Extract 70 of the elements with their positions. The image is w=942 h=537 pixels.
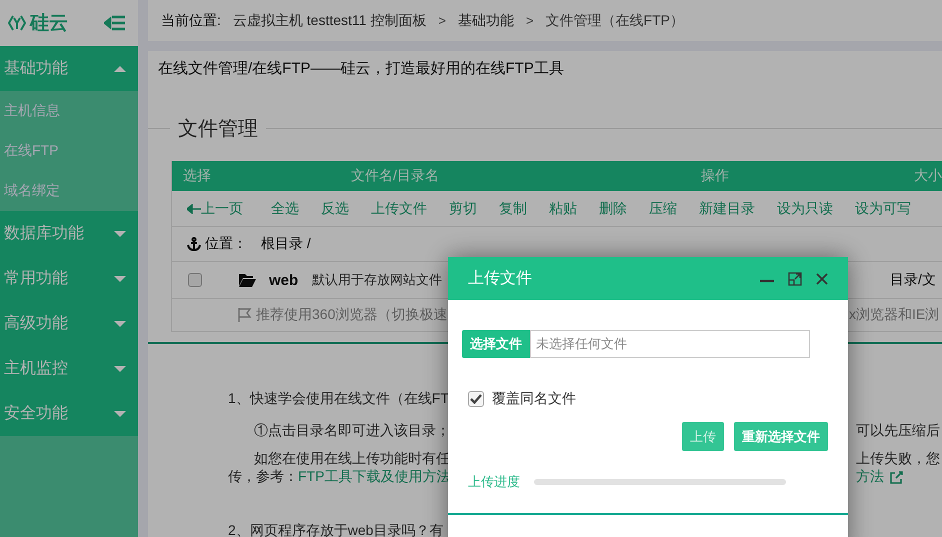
section-label: 常用功能 bbox=[4, 268, 69, 289]
toolbar-link[interactable]: 设为只读 bbox=[777, 200, 833, 218]
section-label: 安全功能 bbox=[4, 404, 69, 424]
menu-collapse-icon[interactable] bbox=[104, 14, 126, 32]
help-text: 如您在使用在线上传功能时有任 bbox=[254, 450, 450, 468]
flag-icon bbox=[238, 308, 252, 322]
folder-name-link[interactable]: web bbox=[269, 272, 298, 288]
help-text: 传，参考： bbox=[228, 468, 298, 484]
toolbar-link[interactable]: 删除 bbox=[599, 200, 627, 218]
toolbar-link[interactable]: 压缩 bbox=[649, 200, 677, 218]
toolbar-link[interactable]: 上传文件 bbox=[371, 200, 427, 218]
toolbar-link[interactable]: 设为可写 bbox=[855, 200, 911, 218]
help-text: 上传失败，您 bbox=[855, 450, 940, 468]
anchor-icon bbox=[187, 237, 201, 251]
toolbar-link[interactable]: 新建目录 bbox=[699, 200, 755, 218]
checkbox-label: 覆盖同名文件 bbox=[492, 390, 576, 408]
logo-icon bbox=[8, 14, 26, 32]
column-header: 选择 bbox=[182, 167, 211, 185]
breadcrumb-link[interactable]: 基础功能 bbox=[458, 12, 514, 30]
sidebar-section[interactable]: 基础功能 bbox=[0, 46, 138, 91]
choose-file-button[interactable]: 选择文件 bbox=[462, 330, 530, 358]
file-name-field[interactable]: 未选择任何文件 bbox=[530, 330, 810, 358]
location-label: 位置： bbox=[205, 235, 247, 253]
help-link[interactable]: 方法 bbox=[856, 468, 884, 486]
section-label: 主机监控 bbox=[4, 358, 69, 379]
dialog-title: 上传文件 bbox=[468, 268, 533, 289]
browser-notice: 推荐使用360浏览器（切换极速 bbox=[256, 306, 448, 324]
checkmark-icon bbox=[470, 394, 482, 404]
help-text: ①点击目录名即可进入该目录； bbox=[254, 422, 450, 440]
logo-text: 硅云 bbox=[30, 12, 69, 36]
left-arrow-icon bbox=[187, 204, 201, 214]
close-icon[interactable] bbox=[816, 272, 828, 284]
toolbar-link[interactable]: 复制 bbox=[499, 200, 527, 218]
toolbar-link[interactable]: 粘贴 bbox=[549, 200, 577, 218]
breadcrumb-separator: > bbox=[438, 13, 446, 28]
toolbar-link[interactable]: 反选 bbox=[321, 200, 349, 218]
sidebar-section[interactable]: 高级功能 bbox=[0, 301, 138, 346]
overwrite-checkbox[interactable] bbox=[468, 391, 484, 407]
column-header: 操作 bbox=[701, 167, 729, 185]
breadcrumb-current: 文件管理（在线FTP） bbox=[546, 12, 684, 30]
toolbar-link[interactable]: 剪切 bbox=[449, 200, 477, 218]
location-path: 根目录 / bbox=[261, 235, 311, 253]
sidebar-section[interactable]: 主机监控 bbox=[0, 346, 138, 391]
progress-label: 上传进度 bbox=[468, 473, 520, 491]
column-header: 大小 bbox=[913, 167, 942, 185]
section-label: 基础功能 bbox=[4, 58, 69, 79]
section-title: 文件管理 bbox=[177, 116, 259, 142]
sidebar-section[interactable]: 常用功能 bbox=[0, 256, 138, 301]
section-label: 数据库功能 bbox=[4, 224, 85, 244]
breadcrumb-separator: > bbox=[526, 13, 534, 28]
help-text: 可以先压缩后 bbox=[855, 422, 940, 440]
sidebar-section[interactable]: 安全功能 bbox=[0, 391, 138, 436]
folder-description: 默认用于存放网站文件 bbox=[312, 271, 442, 289]
help-heading: 1、快速学会使用在线文件（在线FT bbox=[228, 390, 449, 408]
browser-notice: x浏览器和IE浏 bbox=[849, 306, 940, 324]
reselect-file-button[interactable]: 重新选择文件 bbox=[734, 422, 828, 451]
folder-icon bbox=[239, 273, 256, 287]
location-label: 当前位置: bbox=[161, 12, 221, 30]
breadcrumb-link[interactable]: 云虚拟主机 testtest11 控制面板 bbox=[232, 12, 426, 30]
help-heading: 2、网页程序存放于web目录吗？有 bbox=[228, 522, 444, 537]
intro-text: 在线文件管理/在线FTP——硅云，打造最好用的在线FTP工具 bbox=[158, 59, 564, 78]
external-link-icon[interactable] bbox=[890, 470, 903, 484]
back-link[interactable]: 上一页 bbox=[187, 200, 243, 218]
section-label: 高级功能 bbox=[4, 314, 69, 334]
file-type: 目录/文 bbox=[890, 271, 937, 289]
toolbar-link[interactable]: 全选 bbox=[271, 200, 299, 218]
maximize-icon[interactable] bbox=[788, 272, 802, 286]
column-header: 文件名/目录名 bbox=[351, 167, 439, 185]
row-checkbox[interactable] bbox=[188, 273, 202, 287]
sidebar-section[interactable]: 数据库功能 bbox=[0, 211, 138, 256]
